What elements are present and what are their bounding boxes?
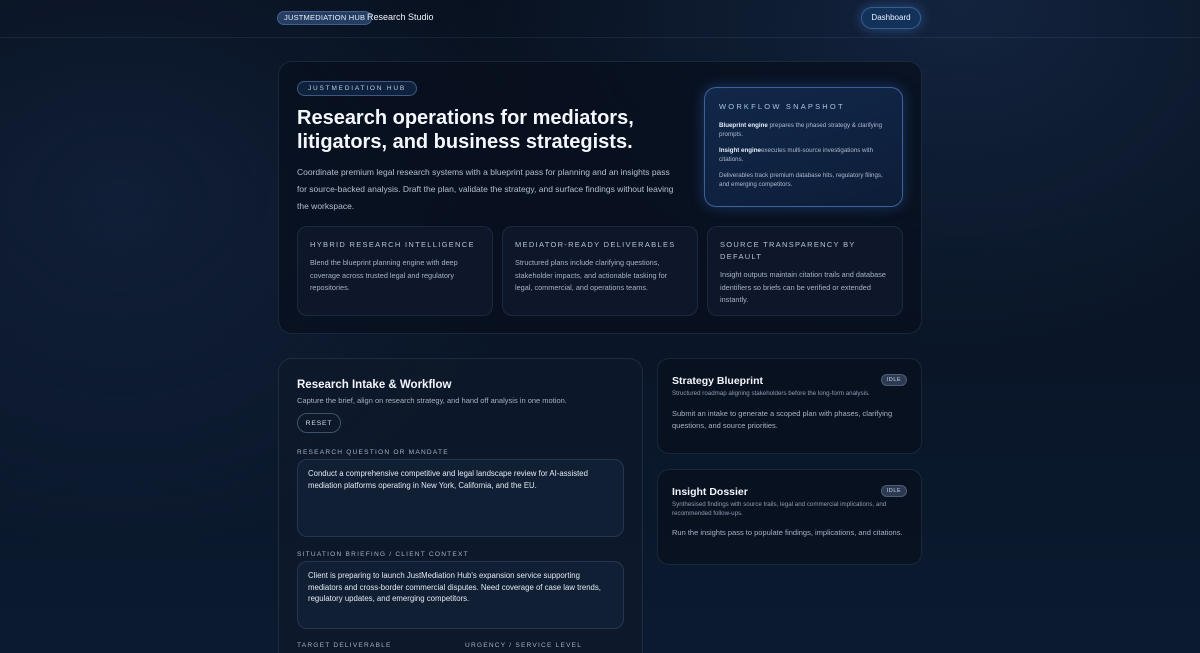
feature-body: Blend the blueprint planning engine with… <box>310 258 458 292</box>
workflow-snapshot-card: WORKFLOW SNAPSHOT Blueprint engine prepa… <box>704 87 903 207</box>
feature-card-transparency: SOURCE TRANSPARENCY BY DEFAULT Insight o… <box>707 226 903 316</box>
research-question-input[interactable]: Conduct a comprehensive competitive and … <box>297 459 624 537</box>
snapshot-title: WORKFLOW SNAPSHOT <box>719 102 845 111</box>
snapshot-item: Deliverables track premium database hits… <box>719 171 888 189</box>
snapshot-item-label: Insight engine <box>719 147 761 154</box>
feature-card-deliverables: MEDIATOR-READY DELIVERABLES Structured p… <box>502 226 698 316</box>
context-input[interactable]: Client is preparing to launch JustMediat… <box>297 561 624 629</box>
blueprint-subtitle: Structured roadmap aligning stakeholders… <box>672 390 870 397</box>
target-deliverable-label: TARGET DELIVERABLE <box>297 642 392 649</box>
dashboard-button[interactable]: Dashboard <box>861 7 921 29</box>
dossier-subtitle: Synthesised findings with source trails,… <box>672 501 887 517</box>
snapshot-item-label: Blueprint engine <box>719 122 768 129</box>
feature-title: MEDIATOR-READY DELIVERABLES <box>515 240 676 249</box>
hero-brand-pill: JUSTMEDIATION HUB <box>297 81 418 96</box>
insight-dossier-panel: Insight Dossier IDLE Synthesised finding… <box>657 469 922 565</box>
feature-card-hybrid: HYBRID RESEARCH INTELLIGENCE Blend the b… <box>297 226 493 316</box>
context-label: SITUATION BRIEFING / CLIENT CONTEXT <box>297 551 469 558</box>
hero-section: JUSTMEDIATION HUB Research operations fo… <box>278 61 922 334</box>
snapshot-item: Insight engineexecutes multi-source inve… <box>719 146 888 164</box>
feature-body: Structured plans include clarifying ques… <box>515 258 668 292</box>
top-bar: JUSTMEDIATION HUB Research Studio Dashbo… <box>0 0 1200 38</box>
reset-button[interactable]: RESET <box>297 413 341 433</box>
dossier-title: Insight Dossier <box>672 486 748 498</box>
blueprint-body: Submit an intake to generate a scoped pl… <box>672 408 893 430</box>
hero-description: Coordinate premium legal research system… <box>297 167 674 211</box>
intake-subtitle: Capture the brief, align on research str… <box>297 396 567 405</box>
intake-title: Research Intake & Workflow <box>297 379 452 391</box>
blueprint-title: Strategy Blueprint <box>672 375 764 387</box>
research-intake-panel: Research Intake & Workflow Capture the b… <box>278 358 643 653</box>
feature-title: HYBRID RESEARCH INTELLIGENCE <box>310 240 475 249</box>
strategy-blueprint-panel: Strategy Blueprint IDLE Structured roadm… <box>657 358 922 454</box>
status-badge: IDLE <box>881 374 907 386</box>
app-title: Research Studio <box>367 12 434 22</box>
snapshot-item-text: Deliverables track premium database hits… <box>719 172 883 188</box>
research-question-label: RESEARCH QUESTION OR MANDATE <box>297 449 449 456</box>
status-badge: IDLE <box>881 485 907 497</box>
hero-title: Research operations for mediators, litig… <box>297 107 634 153</box>
urgency-label: URGENCY / SERVICE LEVEL <box>465 642 583 649</box>
feature-title: SOURCE TRANSPARENCY BY DEFAULT <box>720 240 856 261</box>
feature-body: Insight outputs maintain citation trails… <box>720 270 886 304</box>
dossier-body: Run the insights pass to populate findin… <box>672 528 903 537</box>
brand-badge[interactable]: JUSTMEDIATION HUB <box>277 11 373 25</box>
snapshot-item: Blueprint engine prepares the phased str… <box>719 121 888 139</box>
